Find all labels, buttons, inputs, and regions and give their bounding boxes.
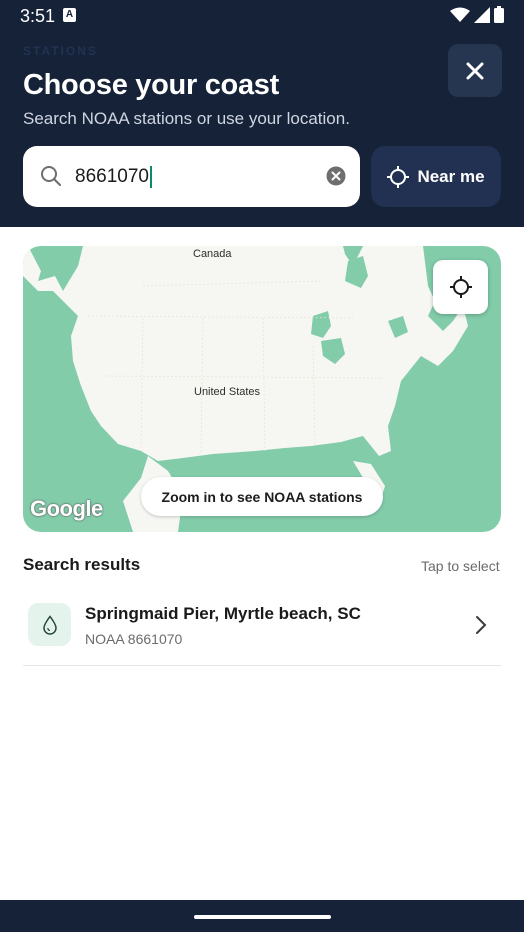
battery-icon [494, 6, 504, 23]
result-name: Springmaid Pier, Myrtle beach, SC [85, 604, 361, 623]
near-me-button[interactable]: Near me [371, 146, 501, 207]
search-value[interactable]: 8661070 [75, 166, 152, 188]
water-drop-icon [28, 603, 71, 646]
header: STATIONS Choose your coast Search NOAA s… [0, 32, 524, 227]
results-hint: Tap to select [421, 558, 500, 574]
status-time: 3:51 [20, 6, 56, 26]
chevron-right-icon [476, 616, 487, 634]
status-icons [450, 6, 504, 23]
result-item[interactable]: Springmaid Pier, Myrtle beach, SC NOAA 8… [23, 590, 501, 666]
close-button[interactable] [448, 44, 502, 97]
navigation-bar [0, 900, 524, 932]
section-eyebrow: STATIONS [23, 44, 98, 58]
clear-icon[interactable] [326, 166, 346, 186]
signal-icon [474, 6, 490, 23]
map-label-canada: Canada [193, 248, 232, 260]
wifi-icon [450, 7, 470, 22]
station-map[interactable]: Canada United States Zoom in to see NOAA… [23, 246, 501, 532]
text-caret [149, 166, 152, 188]
close-icon [466, 62, 484, 79]
locate-button[interactable] [433, 260, 488, 314]
map-label-us: United States [194, 386, 261, 398]
crosshair-icon [387, 165, 410, 188]
search-text: 8661070 [75, 166, 149, 187]
results-title: Search results [23, 555, 141, 574]
search-icon [41, 166, 61, 186]
near-me-label: Near me [417, 166, 485, 186]
zoom-hint: Zoom in to see NOAA stations [141, 477, 383, 516]
page-subtitle: Search NOAA stations or use your locatio… [23, 109, 350, 128]
crosshair-icon [449, 276, 472, 298]
search-input[interactable]: 8661070 [23, 146, 360, 207]
home-handle[interactable] [194, 915, 331, 919]
result-station-id: NOAA 8661070 [85, 631, 183, 647]
google-attribution: Google [30, 496, 103, 521]
status-bar: 3:51 A [0, 0, 524, 32]
page-title: Choose your coast [23, 69, 279, 101]
notification-icon: A [63, 8, 76, 22]
